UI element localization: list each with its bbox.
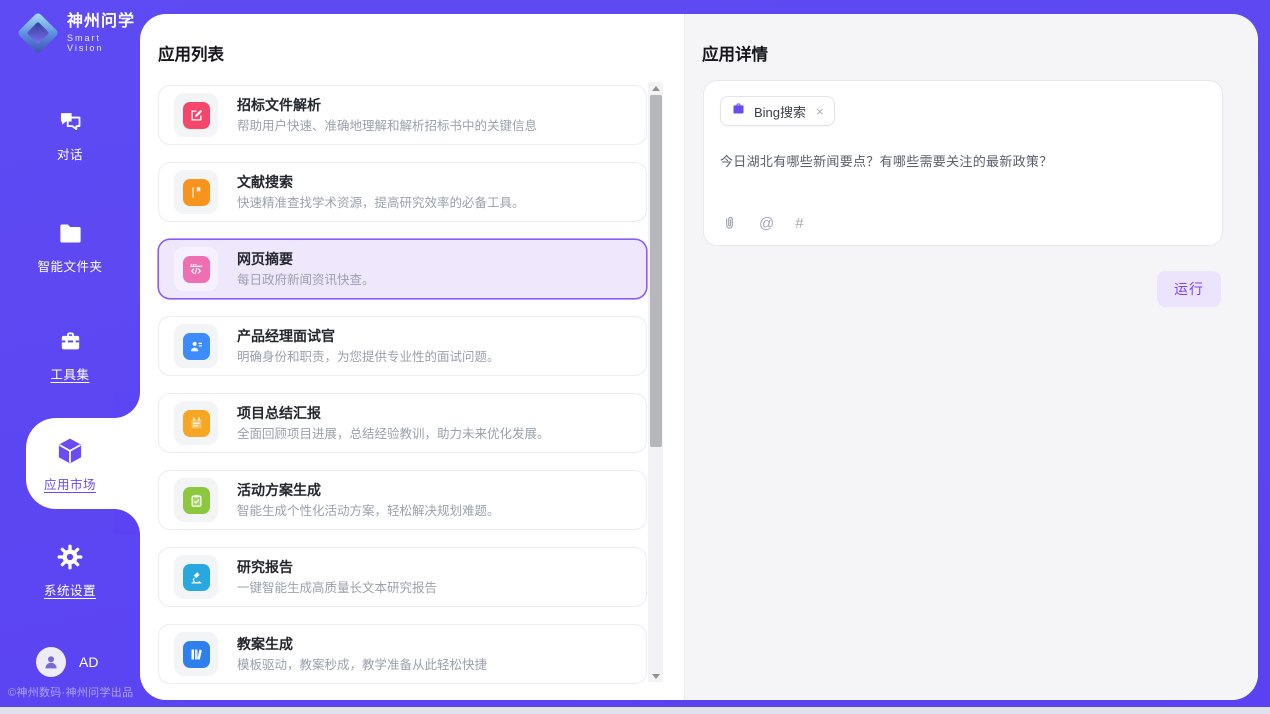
- clipboard-check-icon: [183, 487, 210, 514]
- triangle-up-icon: [652, 86, 660, 91]
- scroll-up-button[interactable]: [648, 82, 663, 94]
- app-card-1[interactable]: 招标文件解析 帮助用户快速、准确地理解和解析招标书中的关键信息: [158, 85, 647, 145]
- app-card-desc: 模板驱动，教案秒成，教学准备从此轻松快捷: [237, 659, 487, 672]
- scroll-down-button[interactable]: [648, 670, 663, 682]
- app-icon-tile: [174, 247, 218, 291]
- run-button[interactable]: 运行: [1157, 271, 1221, 307]
- app-card-3[interactable]: 网页摘要 每日政府新闻资讯快查。: [158, 239, 647, 299]
- user-initials: AD: [79, 654, 98, 670]
- app-card-7[interactable]: 研究报告 一键智能生成高质量长文本研究报告: [158, 547, 647, 607]
- app-card-desc: 每日政府新闻资讯快查。: [237, 274, 375, 287]
- app-icon-tile: [174, 170, 218, 214]
- interviewer-icon: [183, 333, 210, 360]
- sidebar-item-2[interactable]: 智能文件夹: [0, 218, 140, 275]
- app-card-5[interactable]: 项目总结汇报 全面回顾项目进展，总结经验教训，助力未来优化发展。: [158, 393, 647, 453]
- app-card-desc: 快速精准查找学术资源，提高研究效率的必备工具。: [237, 197, 525, 210]
- query-input-card[interactable]: Bing搜索 × 今日湖北有哪些新闻要点？有哪些需要关注的最新政策？ @ #: [703, 80, 1223, 246]
- chat-icon: [55, 106, 85, 136]
- sidebar-item-label: 应用市场: [44, 474, 96, 493]
- app-detail-pane: 应用详情 Bing搜索 × 今日湖北有哪些新闻要点？有哪些需要关注的最新政策？ …: [684, 14, 1258, 700]
- app-card-title: 教案生成: [237, 637, 487, 651]
- sidebar: 神州问学 Smart Vision 对话 智能文件夹 工具集 应用市场 系统设置…: [0, 0, 140, 714]
- toolbox-icon: [55, 326, 85, 356]
- user-account[interactable]: AD: [36, 647, 98, 677]
- app-list: 招标文件解析 帮助用户快速、准确地理解和解析招标书中的关键信息 文献搜索 快速精…: [140, 82, 684, 700]
- app-icon-tile: [174, 93, 218, 137]
- sidebar-item-4[interactable]: 应用市场: [0, 436, 140, 493]
- main-panel: 应用列表 招标文件解析 帮助用户快速、准确地理解和解析招标书中的关键信息 文献搜…: [140, 14, 1258, 700]
- sidebar-item-label: 智能文件夹: [37, 256, 102, 275]
- bottom-edge-strip: [0, 707, 1270, 714]
- scrollbar-thumb[interactable]: [650, 95, 662, 447]
- books-icon: [183, 641, 210, 668]
- app-list-title: 应用列表: [158, 41, 224, 65]
- app-card-2[interactable]: 文献搜索 快速精准查找学术资源，提高研究效率的必备工具。: [158, 162, 647, 222]
- research-icon: [183, 564, 210, 591]
- app-icon-tile: [174, 632, 218, 676]
- briefcase-icon: [731, 101, 746, 121]
- mention-icon[interactable]: @: [759, 215, 774, 232]
- query-text[interactable]: 今日湖北有哪些新闻要点？有哪些需要关注的最新政策？: [720, 151, 1206, 170]
- cube-icon: [55, 436, 85, 466]
- app-logo: 神州问学 Smart Vision: [18, 13, 140, 53]
- triangle-down-icon: [652, 674, 660, 679]
- app-list-pane: 应用列表 招标文件解析 帮助用户快速、准确地理解和解析招标书中的关键信息 文献搜…: [140, 14, 684, 700]
- app-name: 神州问学: [67, 13, 140, 31]
- sidebar-item-1[interactable]: 对话: [0, 106, 140, 163]
- app-icon-tile: [174, 401, 218, 445]
- app-card-desc: 明确身份和职责，为您提供专业性的面试问题。: [237, 351, 500, 364]
- tool-chip-label: Bing搜索: [754, 102, 806, 121]
- app-card-title: 招标文件解析: [237, 98, 537, 112]
- app-card-4[interactable]: 产品经理面试官 明确身份和职责，为您提供专业性的面试问题。: [158, 316, 647, 376]
- app-icon-tile: [174, 555, 218, 599]
- logo-diamond-icon: [18, 13, 58, 53]
- sidebar-item-label: 系统设置: [44, 580, 96, 599]
- sidebar-item-5[interactable]: 系统设置: [0, 542, 140, 599]
- app-detail-title: 应用详情: [702, 41, 768, 65]
- app-card-6[interactable]: 活动方案生成 智能生成个性化活动方案，轻松解决规划难题。: [158, 470, 647, 530]
- web-code-icon: [183, 256, 210, 283]
- app-card-desc: 全面回顾项目进展，总结经验教训，助力未来优化发展。: [237, 428, 550, 441]
- gear-icon: [55, 542, 85, 572]
- app-icon-tile: [174, 324, 218, 368]
- folder-icon: [55, 218, 85, 248]
- hash-icon[interactable]: #: [795, 215, 803, 232]
- paperclip-icon[interactable]: [721, 215, 738, 232]
- edit-pen-icon: [183, 102, 210, 129]
- app-card-title: 活动方案生成: [237, 483, 500, 497]
- app-card-desc: 智能生成个性化活动方案，轻松解决规划难题。: [237, 505, 500, 518]
- sidebar-item-label: 工具集: [50, 364, 89, 383]
- app-subtitle: Smart Vision: [67, 33, 140, 53]
- app-card-desc: 帮助用户快速、准确地理解和解析招标书中的关键信息: [237, 120, 537, 133]
- app-card-8[interactable]: 教案生成 模板驱动，教案秒成，教学准备从此轻松快捷: [158, 624, 647, 684]
- app-card-title: 研究报告: [237, 560, 437, 574]
- app-card-title: 文献搜索: [237, 175, 525, 189]
- app-card-desc: 一键智能生成高质量长文本研究报告: [237, 582, 437, 595]
- copyright-footer: ©神州数码·神州问学出品: [8, 684, 142, 700]
- book-icon: [183, 179, 210, 206]
- input-toolbar: @ #: [721, 215, 804, 232]
- avatar[interactable]: [36, 647, 66, 677]
- app-card-title: 产品经理面试官: [237, 329, 500, 343]
- sidebar-item-3[interactable]: 工具集: [0, 326, 140, 383]
- report-note-icon: [183, 410, 210, 437]
- app-card-title: 网页摘要: [237, 252, 375, 266]
- app-card-title: 项目总结汇报: [237, 406, 550, 420]
- scrollbar[interactable]: [648, 82, 663, 682]
- close-icon[interactable]: ×: [816, 105, 824, 118]
- app-icon-tile: [174, 478, 218, 522]
- tool-chip-bing-search[interactable]: Bing搜索 ×: [720, 96, 835, 126]
- sidebar-item-label: 对话: [57, 144, 83, 163]
- person-icon: [42, 653, 60, 671]
